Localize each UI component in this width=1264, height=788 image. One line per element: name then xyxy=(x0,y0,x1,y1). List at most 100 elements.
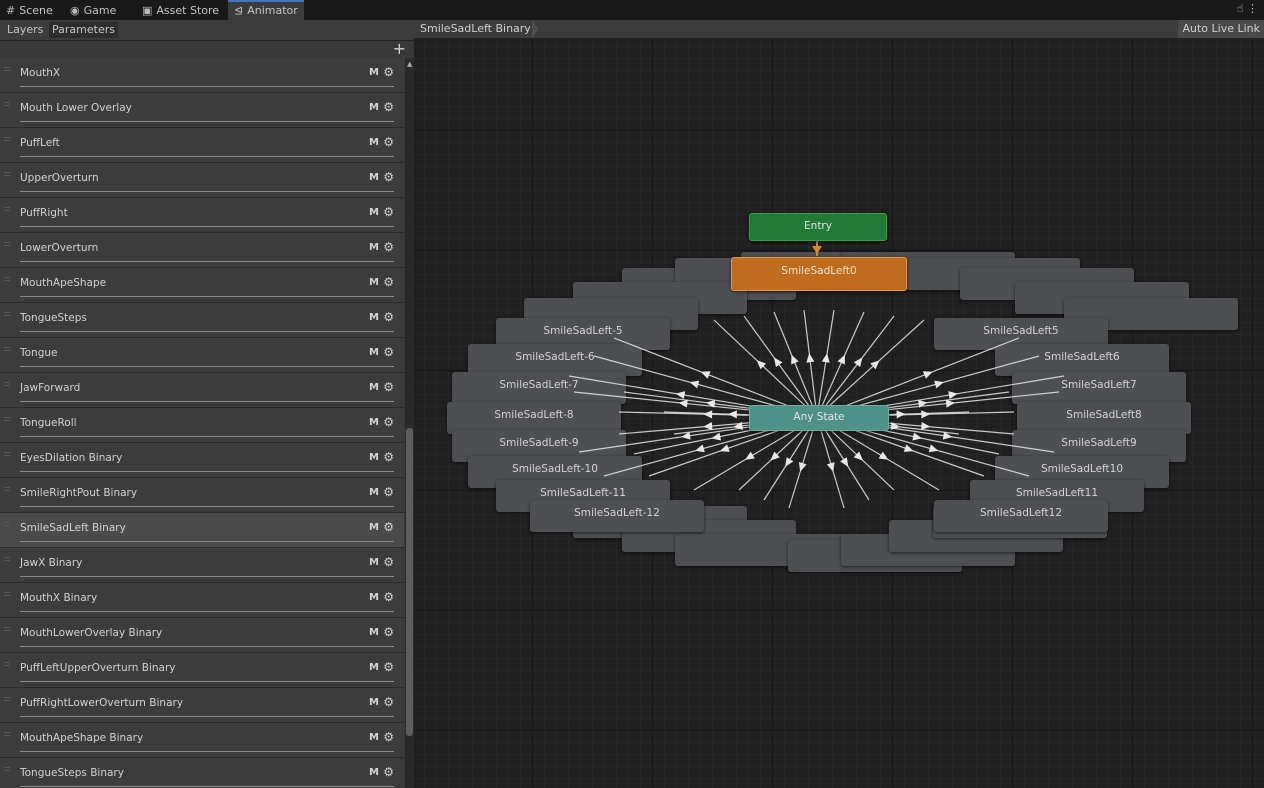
gear-icon[interactable]: ⚙ xyxy=(383,695,394,709)
parameter-name[interactable]: PuffLeftUpperOverturn Binary xyxy=(20,662,175,674)
gear-icon[interactable]: ⚙ xyxy=(383,100,394,114)
parameter-name[interactable]: TongueSteps xyxy=(20,312,87,324)
tab-asset-store[interactable]: ▣ Asset Store xyxy=(136,2,225,20)
parameter-name[interactable]: MouthLowerOverlay Binary xyxy=(20,627,162,639)
gear-icon[interactable]: ⚙ xyxy=(383,415,394,429)
gear-icon[interactable]: ⚙ xyxy=(383,275,394,289)
current-state-node[interactable]: SmileSadLeft0 xyxy=(731,257,907,291)
drag-handle-icon[interactable] xyxy=(4,592,10,596)
parameter-row[interactable]: UpperOverturn M ⚙ xyxy=(0,163,404,198)
parameter-name[interactable]: TongueSteps Binary xyxy=(20,767,124,779)
gear-icon[interactable]: ⚙ xyxy=(383,555,394,569)
parameter-name[interactable]: LowerOverturn xyxy=(20,242,98,254)
gear-icon[interactable]: ⚙ xyxy=(383,590,394,604)
parameter-row[interactable]: PuffLeft M ⚙ xyxy=(0,128,404,163)
lock-icon[interactable]: ☝ ⋮ xyxy=(1237,2,1258,15)
parameter-row[interactable]: TongueSteps M ⚙ xyxy=(0,303,404,338)
parameter-row[interactable]: MouthApeShape M ⚙ xyxy=(0,268,404,303)
drag-handle-icon[interactable] xyxy=(4,697,10,701)
drag-handle-icon[interactable] xyxy=(4,522,10,526)
gear-icon[interactable]: ⚙ xyxy=(383,485,394,499)
parameter-name[interactable]: JawX Binary xyxy=(20,557,82,569)
drag-handle-icon[interactable] xyxy=(4,172,10,176)
parameter-name[interactable]: PuffLeft xyxy=(20,137,60,149)
gear-icon[interactable]: ⚙ xyxy=(383,450,394,464)
drag-handle-icon[interactable] xyxy=(4,277,10,281)
parameter-scrollbar[interactable]: ▲ xyxy=(405,58,414,788)
drag-handle-icon[interactable] xyxy=(4,627,10,631)
tab-game[interactable]: ◉ Game xyxy=(64,2,122,20)
drag-handle-icon[interactable] xyxy=(4,102,10,106)
gear-icon[interactable]: ⚙ xyxy=(383,170,394,184)
parameter-row[interactable]: MouthX Binary M ⚙ xyxy=(0,583,404,618)
parameter-row[interactable]: MouthX M ⚙ xyxy=(0,58,404,93)
parameter-row[interactable]: MouthApeShape Binary M ⚙ xyxy=(0,723,404,758)
parameter-name[interactable]: EyesDilation Binary xyxy=(20,452,122,464)
gear-icon[interactable]: ⚙ xyxy=(383,520,394,534)
drag-handle-icon[interactable] xyxy=(4,557,10,561)
tab-animator[interactable]: ⊴ Animator xyxy=(228,0,304,20)
add-parameter-button[interactable]: + xyxy=(393,40,406,58)
animator-graph[interactable]: 👁 SmileSadLeft Binary Auto Live Link Smi… xyxy=(414,20,1264,788)
gear-icon[interactable]: ⚙ xyxy=(383,240,394,254)
parameter-name[interactable]: MouthApeShape xyxy=(20,277,106,289)
parameter-row[interactable]: PuffRight M ⚙ xyxy=(0,198,404,233)
parameter-row[interactable]: Tongue M ⚙ xyxy=(0,338,404,373)
scroll-up-icon[interactable]: ▲ xyxy=(407,60,412,68)
gear-icon[interactable]: ⚙ xyxy=(383,380,394,394)
drag-handle-icon[interactable] xyxy=(4,767,10,771)
parameter-name[interactable]: MouthApeShape Binary xyxy=(20,732,143,744)
tab-scene[interactable]: # Scene xyxy=(0,2,59,20)
drag-handle-icon[interactable] xyxy=(4,417,10,421)
gear-icon[interactable]: ⚙ xyxy=(383,730,394,744)
parameter-name[interactable]: JawForward xyxy=(20,382,80,394)
breadcrumb-layer[interactable]: SmileSadLeft Binary xyxy=(420,22,531,35)
drag-handle-icon[interactable] xyxy=(4,382,10,386)
parameter-name[interactable]: PuffRight xyxy=(20,207,68,219)
gear-icon[interactable]: ⚙ xyxy=(383,65,394,79)
parameter-name[interactable]: UpperOverturn xyxy=(20,172,99,184)
parameter-row[interactable]: SmileRightPout Binary M ⚙ xyxy=(0,478,404,513)
parameter-row[interactable]: LowerOverturn M ⚙ xyxy=(0,233,404,268)
drag-handle-icon[interactable] xyxy=(4,732,10,736)
parameter-row[interactable]: JawX Binary M ⚙ xyxy=(0,548,404,583)
drag-handle-icon[interactable] xyxy=(4,67,10,71)
parameter-row[interactable]: PuffRightLowerOverturn Binary M ⚙ xyxy=(0,688,404,723)
parameter-row[interactable]: TongueSteps Binary M ⚙ xyxy=(0,758,404,788)
parameter-name[interactable]: PuffRightLowerOverturn Binary xyxy=(20,697,183,709)
parameter-row[interactable]: TongueRoll M ⚙ xyxy=(0,408,404,443)
tab-parameters[interactable]: Parameters xyxy=(49,22,118,38)
drag-handle-icon[interactable] xyxy=(4,487,10,491)
parameter-name[interactable]: Mouth Lower Overlay xyxy=(20,102,132,114)
parameter-name[interactable]: TongueRoll xyxy=(20,417,77,429)
parameter-row[interactable]: PuffLeftUpperOverturn Binary M ⚙ xyxy=(0,653,404,688)
gear-icon[interactable]: ⚙ xyxy=(383,310,394,324)
parameter-name[interactable]: MouthX xyxy=(20,67,60,79)
gear-icon[interactable]: ⚙ xyxy=(383,345,394,359)
parameter-name[interactable]: MouthX Binary xyxy=(20,592,97,604)
parameter-row[interactable]: JawForward M ⚙ xyxy=(0,373,404,408)
entry-node[interactable]: Entry xyxy=(749,213,887,241)
drag-handle-icon[interactable] xyxy=(4,452,10,456)
gear-icon[interactable]: ⚙ xyxy=(383,625,394,639)
drag-handle-icon[interactable] xyxy=(4,312,10,316)
gear-icon[interactable]: ⚙ xyxy=(383,765,394,779)
parameter-row[interactable]: EyesDilation Binary M ⚙ xyxy=(0,443,404,478)
drag-handle-icon[interactable] xyxy=(4,242,10,246)
drag-handle-icon[interactable] xyxy=(4,662,10,666)
gear-icon[interactable]: ⚙ xyxy=(383,135,394,149)
parameter-row[interactable]: MouthLowerOverlay Binary M ⚙ xyxy=(0,618,404,653)
transition-line[interactable] xyxy=(816,309,835,418)
gear-icon[interactable]: ⚙ xyxy=(383,660,394,674)
parameter-name[interactable]: SmileSadLeft Binary xyxy=(20,522,126,534)
drag-handle-icon[interactable] xyxy=(4,207,10,211)
parameter-name[interactable]: SmileRightPout Binary xyxy=(20,487,137,499)
parameter-name[interactable]: Tongue xyxy=(20,347,58,359)
parameter-row[interactable]: SmileSadLeft Binary M ⚙ xyxy=(0,513,404,548)
scrollbar-thumb[interactable] xyxy=(406,428,413,736)
drag-handle-icon[interactable] xyxy=(4,137,10,141)
gear-icon[interactable]: ⚙ xyxy=(383,205,394,219)
auto-live-link-button[interactable]: Auto Live Link xyxy=(1178,20,1264,38)
tab-layers[interactable]: Layers xyxy=(4,22,46,38)
any-state-node[interactable]: Any State xyxy=(749,405,889,431)
